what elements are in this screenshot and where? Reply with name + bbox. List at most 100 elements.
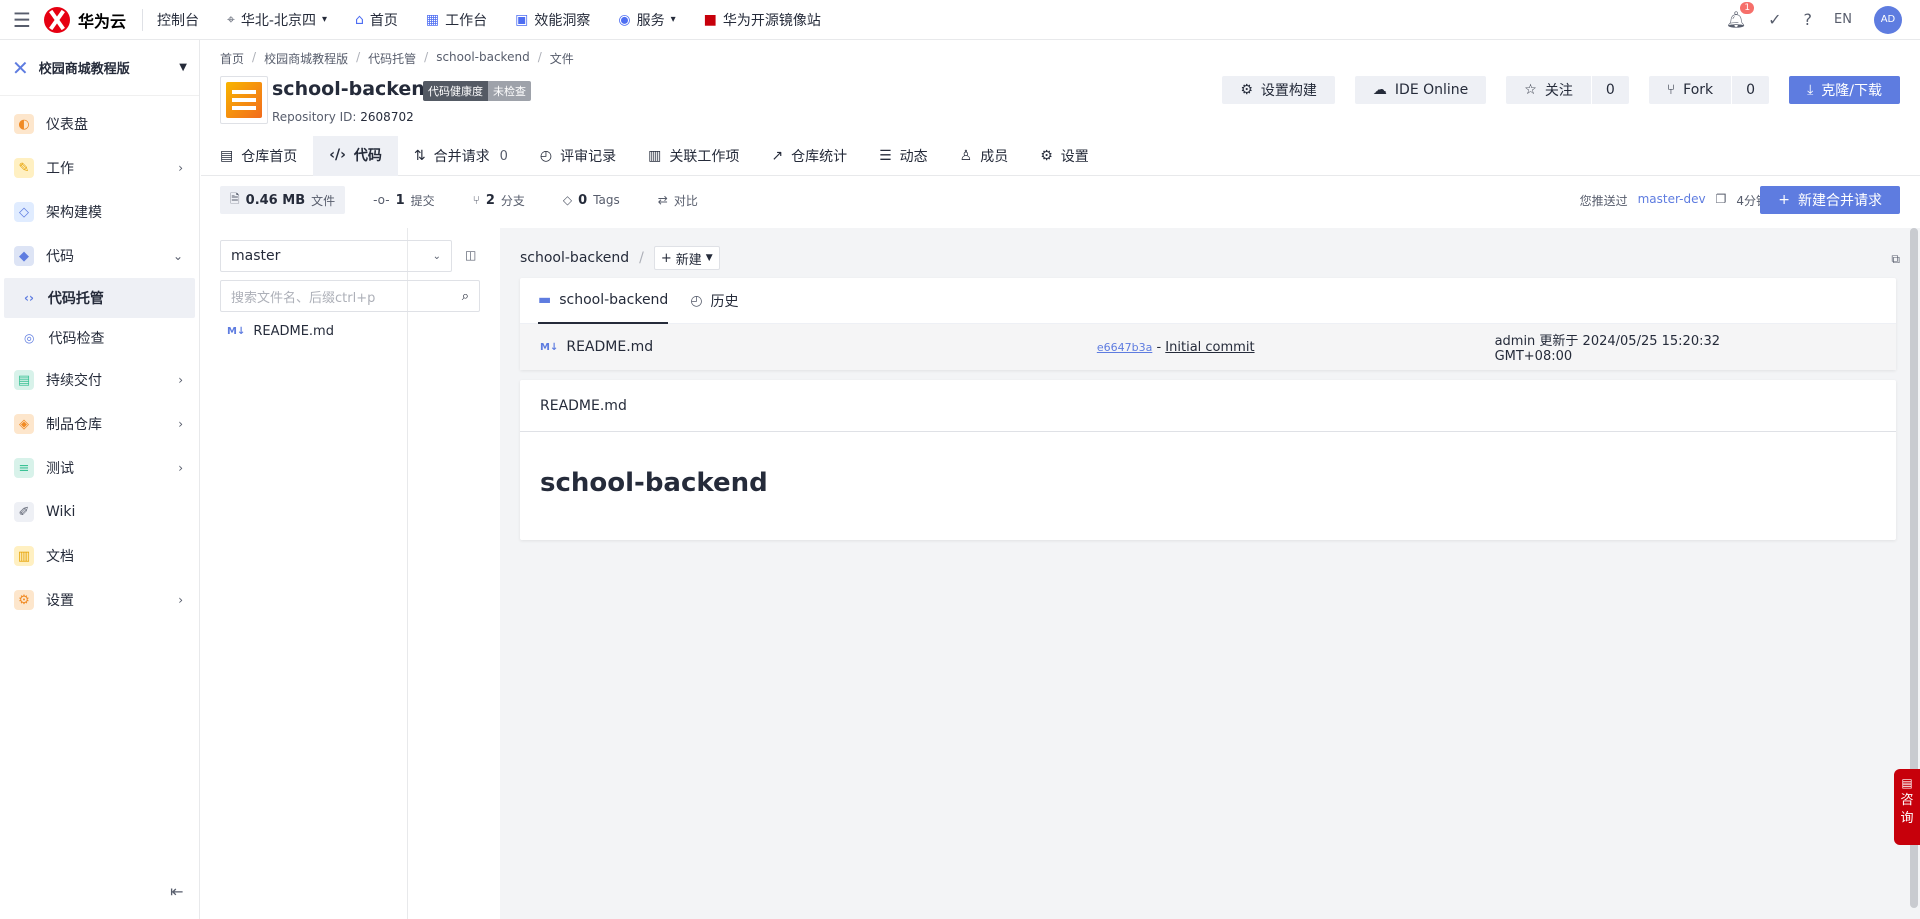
tree-file-item[interactable]: M↓ README.md (227, 324, 334, 339)
home-link[interactable]: ⌂ 首页 (341, 0, 412, 40)
tab-history[interactable]: ◴ 历史 (690, 278, 738, 324)
workbench-link[interactable]: ▦ 工作台 (412, 0, 501, 40)
cloud-icon: ☁ (1372, 82, 1387, 98)
collapse-sidebar-icon[interactable]: ⇤ (170, 882, 183, 901)
clone-download-button[interactable]: ⤓ 克隆/下载 (1789, 76, 1900, 104)
ide-online-button[interactable]: ☁ IDE Online (1354, 76, 1487, 104)
tab-label: 历史 (710, 294, 739, 310)
tab-members[interactable]: ♙ 成员 (944, 136, 1025, 176)
insight-link[interactable]: ▣ 效能洞察 (501, 0, 604, 40)
collapse-tree-icon[interactable]: ◫ (465, 248, 476, 262)
file-row[interactable]: M↓ README.md e6647b3a - Initial commit a… (520, 324, 1896, 370)
fullscreen-icon[interactable]: ⧉ (1891, 252, 1900, 267)
clone-download-label: 克隆/下载 (1821, 83, 1882, 99)
huawei-logo-mark (44, 6, 70, 33)
tab-code[interactable]: ‹/› 代码 (313, 136, 398, 176)
tab-review-records[interactable]: ◴ 评审记录 (524, 136, 632, 176)
fork-label: Fork (1683, 82, 1714, 98)
commit-hash-link[interactable]: e6647b3a (1097, 341, 1152, 354)
sidebar-sub-code-hosting[interactable]: ‹› 代码托管 (4, 278, 195, 318)
tab-label: 仓库统计 (791, 149, 848, 165)
new-label: 新建 (675, 252, 702, 268)
fork-group: ⑂ Fork 0 (1648, 76, 1770, 104)
breadcrumb-item[interactable]: 首页 (220, 50, 244, 67)
tab-activity[interactable]: ☰ 动态 (863, 136, 944, 176)
tab-repo-home[interactable]: ▤ 仓库首页 (201, 136, 313, 176)
main-content: 首页 / 校园商城教程版 / 代码托管 / school-backend / 文件 sc… (201, 40, 1920, 919)
sidebar-item-dashboard[interactable]: ◐ 仪表盘 (0, 102, 199, 146)
console-link[interactable]: 控制台 (143, 0, 213, 40)
sidebar-item-label: 制品仓库 (46, 417, 102, 433)
language-switch[interactable]: EN (1834, 12, 1852, 27)
testing-icon: ≡ (14, 458, 34, 478)
code-icon: ‹/› (329, 147, 346, 163)
search-icon: ⌕ (461, 288, 469, 304)
project-selector[interactable]: ✕ 校园商城教程版 ▼ (0, 40, 199, 96)
mirror-link[interactable]: ■ 华为开源镜像站 (690, 0, 835, 40)
copy-icon[interactable]: ❐ (1716, 192, 1727, 209)
help-icon[interactable]: ? (1804, 10, 1813, 29)
commit-cell: e6647b3a - Initial commit (1097, 340, 1495, 355)
compare-stat[interactable]: ⇄ 对比 (648, 186, 708, 214)
check-circle-icon[interactable]: ✓ (1768, 10, 1781, 29)
branch-selector[interactable]: master ⌄ (220, 240, 452, 272)
bell-icon[interactable]: 🔔︎ 1 (1726, 2, 1755, 29)
menu-icon[interactable]: ☰ (0, 0, 44, 40)
sidebar-item-label: 持续交付 (46, 373, 102, 389)
watch-count[interactable]: 0 (1590, 76, 1629, 104)
branch-icon: ⑂ (472, 193, 480, 207)
breadcrumb-item[interactable]: school-backend (436, 50, 530, 67)
sidebar-item-docs[interactable]: ▥ 文档 (0, 534, 199, 578)
file-search-input[interactable]: 搜索文件名、后缀ctrl+p ⌕ (220, 280, 480, 312)
home-icon: ⌂ (355, 11, 364, 28)
breadcrumb-item[interactable]: 代码托管 (368, 50, 416, 67)
fork-button[interactable]: ⑂ Fork (1648, 76, 1732, 104)
home-label: 首页 (369, 12, 398, 29)
tab-files[interactable]: ▬ school-backend (538, 278, 669, 324)
insight-icon: ▣ (515, 11, 529, 28)
tab-repo-stats[interactable]: ↗ 仓库统计 (755, 136, 863, 176)
code-check-icon: ◎ (24, 331, 35, 345)
new-merge-request-button[interactable]: + 新建合并请求 (1760, 186, 1900, 214)
region-selector[interactable]: ⌖ 华北-北京四 ▾ (213, 0, 341, 40)
consult-button[interactable]: ▤ 咨 询 (1894, 769, 1920, 845)
mirror-label: 华为开源镜像站 (722, 12, 821, 29)
services-menu[interactable]: ◉ 服务 ▾ (604, 0, 689, 40)
push-branch-link[interactable]: master-dev (1638, 192, 1706, 209)
huawei-logo[interactable]: 华为云 (44, 6, 144, 33)
commits-stat[interactable]: -o- 1 提交 (363, 186, 445, 214)
sidebar-item-architecture[interactable]: ◇ 架构建模 (0, 190, 199, 234)
sidebar-item-settings[interactable]: ⚙ 设置 › (0, 578, 199, 622)
tab-linked-work-items[interactable]: ▥ 关联工作项 (632, 136, 755, 176)
file-name[interactable]: README.md (566, 339, 653, 355)
tab-merge-requests[interactable]: ⇅ 合并请求 0 (398, 136, 524, 176)
file-view-tabs: ▬ school-backend ◴ 历史 (520, 278, 1896, 324)
repo-tabs: ▤ 仓库首页 ‹/› 代码 ⇅ 合并请求 0 ◴ 评审记录 ▥ 关联工作项 ↗ … (201, 136, 1920, 176)
commits-value: 1 (395, 192, 405, 208)
breadcrumb-item[interactable]: 校园商城教程版 (264, 50, 348, 67)
dashboard-icon: ◐ (14, 114, 34, 134)
sidebar-item-work[interactable]: ✎ 工作 › (0, 146, 199, 190)
tab-settings[interactable]: ⚙ 设置 (1024, 136, 1105, 176)
commit-message-link[interactable]: Initial commit (1165, 340, 1254, 355)
watch-button[interactable]: ☆ 关注 (1506, 76, 1591, 104)
repo-name: school-backend (272, 78, 439, 100)
sidebar-item-wiki[interactable]: ✐ Wiki (0, 490, 199, 534)
merge-icon: ⇅ (413, 148, 426, 164)
branches-stat[interactable]: ⑂ 2 分支 (463, 186, 535, 214)
repo-path[interactable]: school-backend (520, 250, 629, 266)
avatar[interactable]: AD (1874, 5, 1902, 34)
health-badge[interactable]: 代码健康度 未检查 (423, 81, 531, 101)
size-stat[interactable]: 🗎︎ 0.46 MB 文件 (220, 186, 346, 214)
setup-build-button[interactable]: ⚙ 设置构建 (1222, 76, 1335, 104)
sidebar-item-testing[interactable]: ≡ 测试 › (0, 446, 199, 490)
fork-count[interactable]: 0 (1731, 76, 1770, 104)
new-file-dropdown[interactable]: + 新建 ▼ (653, 246, 720, 270)
sidebar-item-delivery[interactable]: ▤ 持续交付 › (0, 358, 199, 402)
tags-stat[interactable]: ◇ 0 Tags (553, 186, 630, 214)
sidebar-item-artifacts[interactable]: ◈ 制品仓库 › (0, 402, 199, 446)
sidebar-item-code[interactable]: ◆ 代码 ⌄ (0, 234, 199, 278)
fork-icon: ⑂ (1666, 82, 1676, 98)
ide-online-label: IDE Online (1394, 82, 1469, 98)
sidebar-sub-code-check[interactable]: ◎ 代码检查 (0, 318, 199, 358)
